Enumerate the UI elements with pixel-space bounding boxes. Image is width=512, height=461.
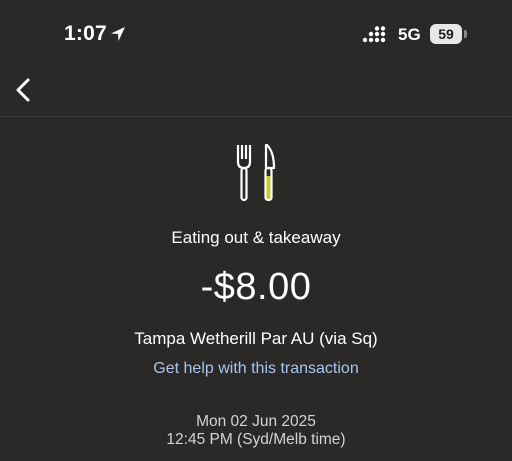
transaction-amount: -$8.00	[200, 266, 312, 308]
help-link[interactable]: Get help with this transaction	[0, 360, 512, 378]
cellular-signal-icon	[362, 26, 386, 43]
fork-knife-icon	[236, 143, 276, 202]
header-divider	[0, 116, 512, 117]
status-bar: 1:07 5G 59	[0, 0, 512, 70]
battery-tip	[464, 30, 467, 38]
chevron-left-icon	[16, 78, 30, 102]
back-button[interactable]	[6, 72, 42, 108]
transaction-category: Eating out & takeaway	[171, 228, 341, 247]
transaction-date: Mon 02 Jun 2025	[196, 413, 316, 430]
merchant-name: Tampa Wetherill Par AU (via Sq)	[134, 329, 378, 348]
network-type: 5G	[398, 25, 421, 44]
status-time: 1:07	[64, 22, 107, 45]
location-arrow-icon	[111, 27, 125, 41]
battery-indicator: 59	[430, 24, 462, 44]
transaction-time: 12:45 PM (Syd/Melb time)	[166, 431, 346, 448]
